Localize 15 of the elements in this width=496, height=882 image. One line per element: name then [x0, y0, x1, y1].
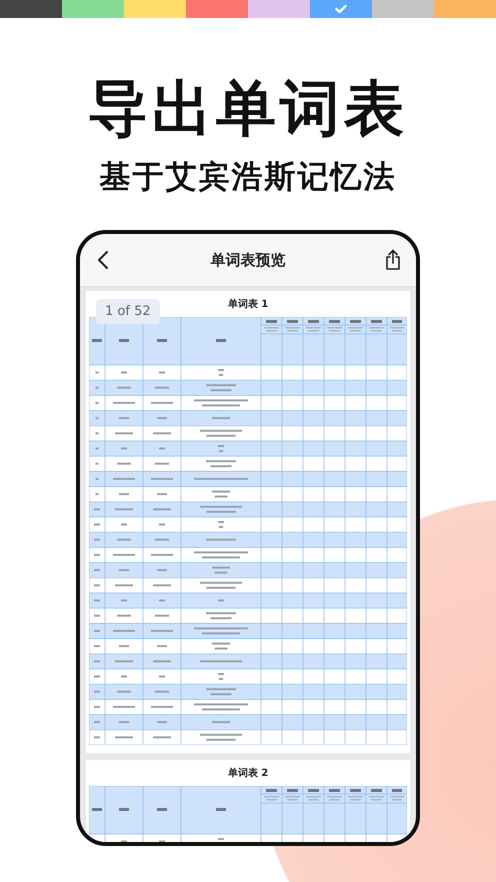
- color-swatch[interactable]: [372, 0, 434, 18]
- headline: 导出单词表: [88, 76, 408, 142]
- color-swatch[interactable]: [310, 0, 372, 18]
- page-indicator: 1 of 52: [96, 299, 160, 324]
- subheadline: 基于艾宾浩斯记忆法: [100, 158, 396, 196]
- screen-title: 单词表预览: [210, 250, 286, 270]
- sheet-title: 单词表 1: [228, 298, 268, 311]
- sheet-title: 单词表 2: [228, 766, 268, 780]
- color-swatch[interactable]: [62, 0, 124, 18]
- color-swatch[interactable]: [248, 0, 310, 18]
- check-icon: [335, 4, 347, 14]
- color-swatch[interactable]: [186, 0, 248, 18]
- color-swatch[interactable]: [434, 0, 496, 18]
- color-swatch[interactable]: [124, 0, 186, 18]
- color-swatch[interactable]: [0, 0, 62, 18]
